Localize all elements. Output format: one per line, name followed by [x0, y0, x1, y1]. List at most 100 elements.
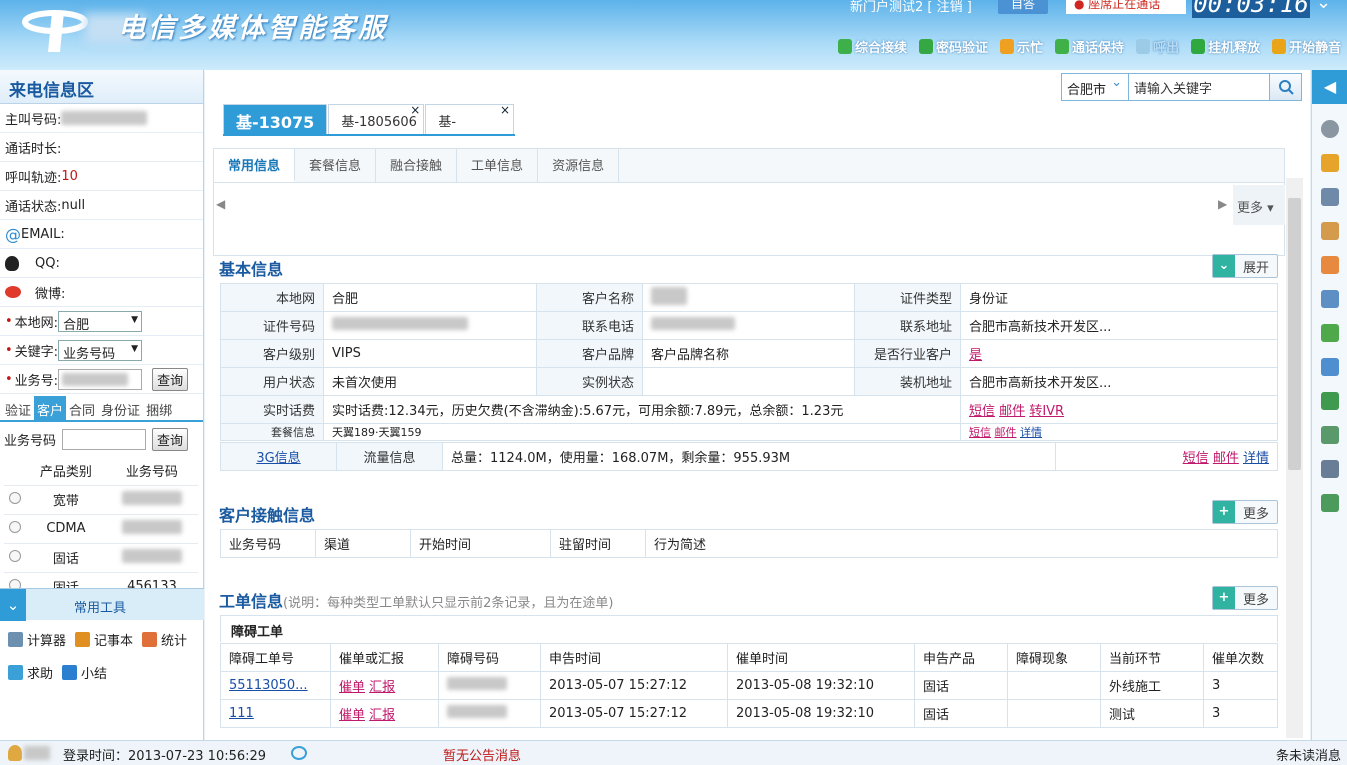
mobile-icon[interactable]	[1320, 358, 1339, 376]
left-tab[interactable]: 客户	[34, 396, 67, 420]
coins-icon[interactable]	[1320, 154, 1339, 172]
vertical-scrollbar[interactable]	[1286, 178, 1303, 738]
product-row[interactable]: 固话	[4, 543, 198, 573]
search-query-button[interactable]: 查询	[152, 428, 189, 451]
expand-button[interactable]: ⌄ 展开	[1212, 254, 1279, 278]
subtab[interactable]: 资源信息	[538, 149, 620, 182]
toolbar-button[interactable]: 通话保持	[1055, 37, 1124, 56]
scrollbar-thumb[interactable]	[1288, 198, 1301, 470]
customer-tab[interactable]: 基- ×	[425, 103, 514, 134]
workorder-col-header: 障碍现象	[1007, 643, 1101, 672]
sms-link[interactable]: 短信	[1183, 451, 1209, 466]
toolbar-button[interactable]: 密码验证	[919, 37, 988, 56]
chat-bubble-icon[interactable]	[291, 746, 307, 760]
email-row: @ EMAIL:	[0, 220, 203, 249]
phone-value	[642, 311, 855, 340]
urge-link[interactable]: 催单	[339, 708, 365, 723]
radio-button[interactable]	[9, 491, 21, 504]
city-select[interactable]: 合肥市	[1062, 74, 1129, 100]
sms-link[interactable]: 短信	[969, 426, 991, 439]
contact-more-button[interactable]: + 更多	[1212, 500, 1279, 524]
sms-link[interactable]: 短信	[969, 404, 995, 419]
arrow-left-icon[interactable]: ◀	[1312, 70, 1347, 104]
product-row[interactable]: 宽带	[4, 485, 198, 515]
email-link[interactable]: 邮件	[1213, 451, 1239, 466]
tools-header[interactable]: ⌄ 常用工具	[0, 588, 204, 621]
customer-tab[interactable]: 基-13075	[223, 104, 328, 134]
close-icon[interactable]: ×	[410, 103, 420, 117]
search-button[interactable]	[1269, 74, 1301, 100]
user-info[interactable]: 新门户测试2 [ 注销 ]	[850, 0, 972, 15]
qq-icon	[5, 255, 19, 271]
report-link[interactable]: 汇报	[369, 680, 395, 695]
toolbar-button[interactable]: 示忙	[1000, 37, 1043, 56]
self-answer-button[interactable]: 自答	[998, 0, 1048, 14]
report-link[interactable]: 汇报	[369, 708, 395, 723]
local-net-select[interactable]: 合肥	[58, 310, 143, 333]
workorder-col-header: 当前环节	[1100, 643, 1204, 672]
tool-item[interactable]: 小结	[62, 663, 107, 682]
calculator-icon	[8, 632, 23, 647]
query-button[interactable]: 查询	[152, 367, 189, 391]
toolbar-button[interactable]: 挂机释放	[1191, 37, 1260, 56]
document-icon[interactable]	[1320, 188, 1339, 206]
screen-icon[interactable]	[1320, 494, 1339, 512]
fault-number-blurred	[447, 677, 507, 690]
mail-icon[interactable]	[1320, 290, 1339, 308]
email-link[interactable]: 邮件	[995, 426, 1017, 439]
cert-no-value	[323, 311, 537, 340]
radio-button[interactable]	[9, 549, 21, 562]
arrow-left-icon[interactable]: ◀	[216, 197, 225, 211]
detail-link[interactable]: 详情	[1243, 451, 1269, 466]
chart-icon	[142, 632, 158, 647]
fault-number-blurred	[447, 705, 507, 718]
search-input[interactable]: 请输入关键字	[1129, 74, 1269, 100]
tool-item[interactable]: 统计	[142, 630, 187, 649]
toolbar-button[interactable]: 开始静音	[1272, 37, 1341, 56]
left-tab[interactable]: 合同	[66, 396, 98, 420]
mute-icon	[1272, 39, 1287, 54]
subtab[interactable]: 套餐信息	[295, 149, 377, 182]
chevron-down-icon[interactable]: ⌄	[1316, 0, 1331, 13]
biz-no-input[interactable]	[58, 368, 143, 390]
left-tab[interactable]: 身份证	[98, 396, 143, 420]
product-row[interactable]: CDMA	[4, 514, 198, 544]
users-icon[interactable]	[1320, 256, 1339, 274]
tool-item[interactable]: 记事本	[75, 630, 133, 649]
subtab[interactable]: 融合接触	[376, 149, 458, 182]
tool-item[interactable]: 求助	[8, 663, 53, 682]
toolbar-button[interactable]: 综合接续	[838, 37, 907, 56]
arrow-right-icon[interactable]: ▶	[1218, 197, 1227, 211]
close-icon[interactable]: ×	[500, 103, 510, 117]
detail-link[interactable]: 详情	[1020, 426, 1042, 439]
network-icon[interactable]	[1320, 392, 1339, 410]
keyword-select[interactable]: 业务号码	[58, 339, 143, 362]
radio-button[interactable]	[9, 520, 21, 533]
list-icon[interactable]	[1320, 460, 1339, 478]
urge-link[interactable]: 催单	[339, 680, 365, 695]
workorder-more-button[interactable]: + 更多	[1212, 586, 1279, 610]
toolbar-button[interactable]: 呼出	[1136, 37, 1179, 56]
notebook-icon	[75, 632, 91, 647]
customer-tab[interactable]: 基-1805606 ×	[328, 103, 425, 134]
subtab[interactable]: 工单信息	[457, 149, 539, 182]
file-check-icon[interactable]	[1320, 324, 1339, 342]
lock-doc-icon[interactable]	[1320, 222, 1339, 240]
subtab[interactable]: 常用信息	[214, 149, 296, 182]
workorder-id-link[interactable]: 111	[229, 706, 254, 721]
ivr-link[interactable]: 转IVR	[1029, 404, 1064, 419]
workorder-id-link[interactable]: 55113050...	[229, 678, 308, 693]
more-dropdown[interactable]: 更多 ▾	[1233, 185, 1285, 225]
3g-info-link[interactable]: 3G信息	[256, 451, 300, 466]
cell-label: 证件类型	[854, 283, 961, 312]
monitor-icon[interactable]	[1320, 426, 1339, 444]
tool-item[interactable]: 计算器	[8, 630, 66, 649]
left-tab[interactable]: 验证	[2, 396, 34, 420]
left-tab[interactable]: 捆绑	[143, 396, 175, 420]
search-input[interactable]	[62, 429, 147, 450]
industry-link[interactable]: 是	[969, 348, 982, 363]
chevron-double-down-icon[interactable]: ⌄	[0, 589, 26, 621]
email-link[interactable]: 邮件	[999, 404, 1025, 419]
unread-messages[interactable]: 条未读消息	[1276, 745, 1341, 764]
gear-icon[interactable]	[1320, 120, 1339, 138]
